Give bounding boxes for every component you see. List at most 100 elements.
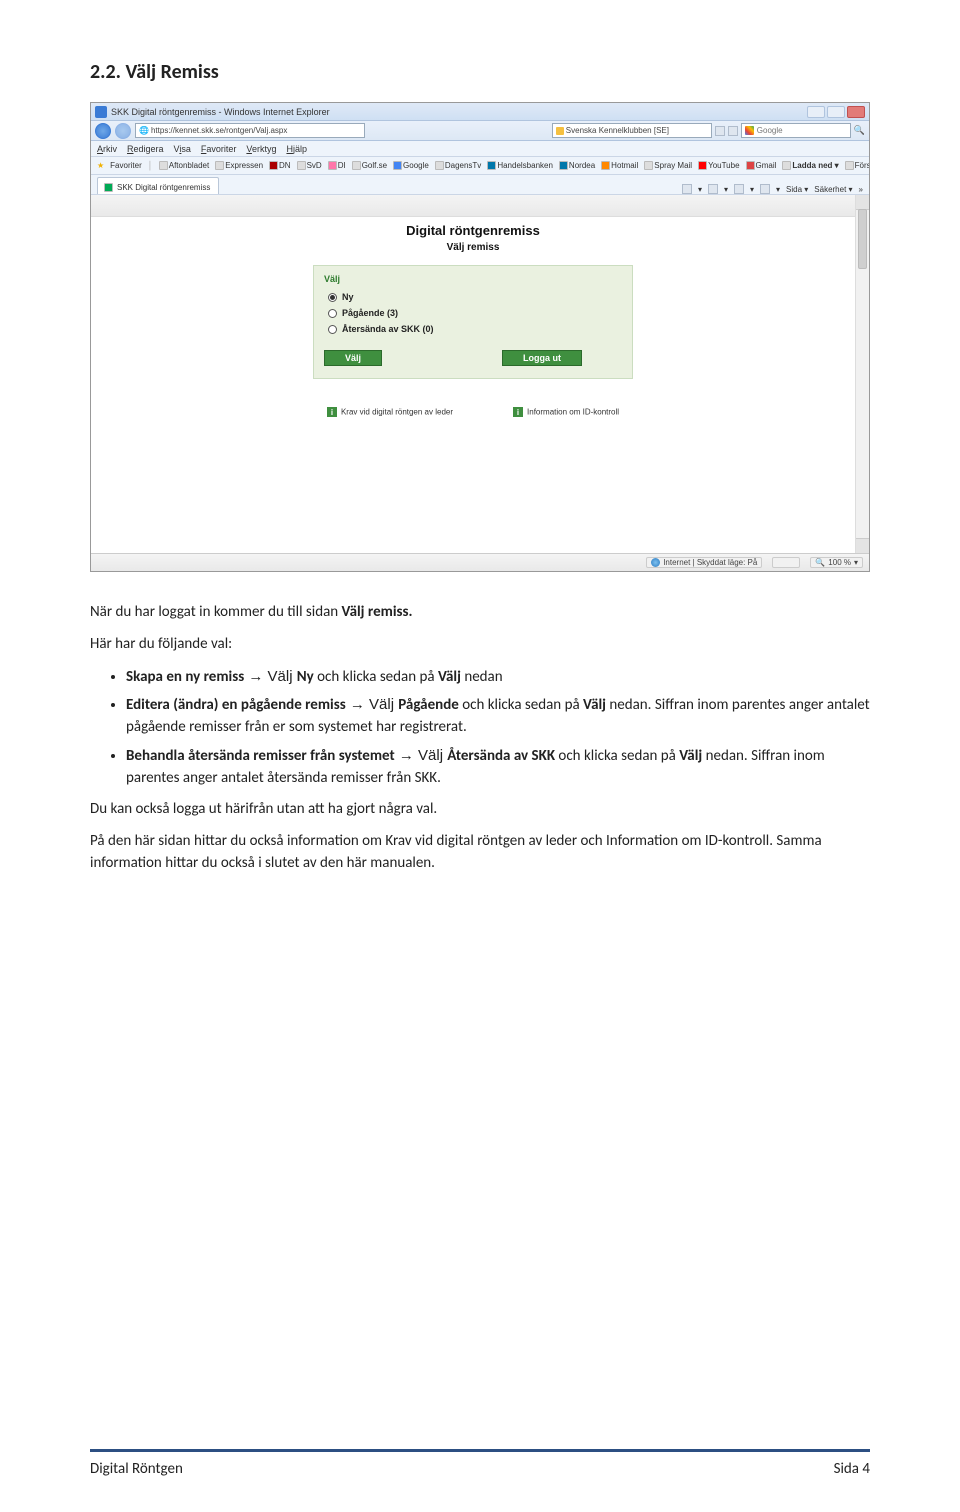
back-button[interactable]: [95, 123, 111, 139]
list-item: Skapa en ny remiss → Välj Ny och klicka …: [126, 666, 870, 689]
search-placeholder: Google: [757, 126, 783, 135]
browser-tab[interactable]: SKK Digital röntgenremiss: [97, 177, 219, 194]
logout-button[interactable]: Logga ut: [502, 350, 582, 366]
page-subtitle: Välj remiss: [91, 242, 855, 253]
bookmark[interactable]: Expressen: [215, 161, 263, 170]
valj-button[interactable]: Välj: [324, 350, 382, 366]
bookmark[interactable]: Nordea: [559, 161, 595, 170]
valj-panel: Välj Ny Pågående (3) Återsända av SKK (0…: [313, 265, 633, 379]
info-icon: i: [513, 407, 523, 417]
zoom-icon: 🔍: [815, 558, 825, 567]
page-viewport: Digital röntgenremiss Välj remiss Välj N…: [91, 195, 855, 553]
bookmark[interactable]: SvD: [297, 161, 322, 170]
radio-icon: [328, 325, 337, 334]
intro-line2: Här har du följande val:: [90, 634, 870, 656]
section-heading: 2.2. Välj Remiss: [90, 60, 870, 84]
menu-favoriter[interactable]: Favoriter: [201, 144, 237, 154]
maximize-button[interactable]: [827, 106, 845, 118]
menu-verktyg[interactable]: Verktyg: [246, 144, 276, 154]
ssl-label: Svenska Kennelklubben [SE]: [566, 126, 669, 135]
bookmark[interactable]: Spray Mail: [644, 161, 692, 170]
home-icon[interactable]: [682, 184, 692, 194]
bookmark[interactable]: DI: [328, 161, 346, 170]
bookmark[interactable]: Förskolan Leko: [845, 161, 869, 170]
toolbar-sida[interactable]: Sida ▾: [786, 185, 808, 194]
ssl-provider[interactable]: Svenska Kennelklubben [SE]: [552, 123, 712, 138]
url-text: https://kennet.skk.se/rontgen/Valj.aspx: [151, 126, 287, 135]
link-krav[interactable]: iKrav vid digital röntgen av leder: [327, 407, 453, 417]
minimize-button[interactable]: [807, 106, 825, 118]
status-mode[interactable]: [772, 557, 800, 568]
print-icon[interactable]: [760, 184, 770, 194]
list-item: Behandla återsända remisser från systeme…: [126, 745, 870, 790]
bookmark[interactable]: Ladda ned ▾: [782, 161, 838, 170]
menu-hjalp[interactable]: Hjälp: [286, 144, 307, 154]
info-icon: i: [327, 407, 337, 417]
bookmark[interactable]: Golf.se: [352, 161, 387, 170]
status-zone[interactable]: Internet | Skyddat läge: På: [646, 557, 762, 568]
favorites-star-icon[interactable]: ★: [97, 161, 104, 170]
zoom-value: 100 %: [828, 558, 851, 567]
radio-ny[interactable]: Ny: [328, 292, 622, 302]
intro-paragraph: När du har loggat in kommer du till sida…: [90, 602, 870, 624]
radio-icon: [328, 293, 337, 302]
bookmark[interactable]: Handelsbanken: [487, 161, 553, 170]
window-title: SKK Digital röntgenremiss - Windows Inte…: [111, 107, 330, 117]
ie-icon: [95, 106, 107, 118]
page-title: Digital röntgenremiss: [91, 223, 855, 238]
bookmark[interactable]: Hotmail: [601, 161, 638, 170]
options-list: Skapa en ny remiss → Välj Ny och klicka …: [90, 666, 870, 790]
menu-redigera[interactable]: Redigera: [127, 144, 164, 154]
rss-icon[interactable]: [708, 184, 718, 194]
tab-title: SKK Digital röntgenremiss: [117, 183, 210, 192]
footer: Digital Röntgen Sida 4: [90, 1460, 870, 1478]
tab-favicon: [104, 183, 113, 192]
bookmark[interactable]: YouTube: [698, 161, 739, 170]
bookmark[interactable]: Google: [393, 161, 429, 170]
menu-arkiv[interactable]: Arkiv: [97, 144, 117, 154]
globe-icon: [651, 558, 660, 567]
favorites-bar: ★ Favoriter │ Aftonbladet Expressen DN S…: [91, 157, 869, 175]
footer-page: Sida 4: [834, 1460, 870, 1478]
footer-rule: [90, 1449, 870, 1452]
chevron-down-icon[interactable]: »: [859, 185, 863, 194]
refresh-icon[interactable]: [715, 126, 725, 136]
radio-pagaende[interactable]: Pågående (3): [328, 308, 622, 318]
toolbar-sakerhet[interactable]: Säkerhet ▾: [814, 185, 852, 194]
menu-visa[interactable]: Visa: [174, 144, 191, 154]
footer-title: Digital Röntgen: [90, 1460, 183, 1478]
window-titlebar: SKK Digital röntgenremiss - Windows Inte…: [91, 103, 869, 121]
status-text: Internet | Skyddat läge: På: [663, 558, 757, 567]
zoom-control[interactable]: 🔍 100 % ▾: [810, 557, 863, 568]
radio-atersanda[interactable]: Återsända av SKK (0): [328, 324, 622, 334]
info-paragraph: På den här sidan hittar du också informa…: [90, 831, 870, 875]
bookmark[interactable]: DagensTv: [435, 161, 481, 170]
menu-bar: Arkiv Redigera Visa Favoriter Verktyg Hj…: [91, 141, 869, 157]
bookmark[interactable]: Aftonbladet: [159, 161, 209, 170]
stop-icon[interactable]: [728, 126, 738, 136]
url-field[interactable]: 🌐 https://kennet.skk.se/rontgen/Valj.asp…: [135, 123, 365, 138]
tab-bar: SKK Digital röntgenremiss ▾ ▾ ▾ ▾ Sida ▾…: [91, 175, 869, 195]
radio-label: Ny: [342, 292, 354, 302]
google-icon: [745, 126, 754, 135]
search-go-icon[interactable]: 🔍: [854, 125, 865, 136]
logout-paragraph: Du kan också logga ut härifrån utan att …: [90, 799, 870, 821]
browser-screenshot: SKK Digital röntgenremiss - Windows Inte…: [90, 102, 870, 572]
radio-label: Pågående (3): [342, 308, 398, 318]
close-button[interactable]: [847, 106, 865, 118]
radio-icon: [328, 309, 337, 318]
info-links: iKrav vid digital röntgen av leder iInfo…: [91, 407, 855, 417]
search-field[interactable]: Google: [741, 123, 851, 138]
favorites-label[interactable]: Favoriter: [110, 161, 142, 170]
bookmark[interactable]: DN: [269, 161, 291, 170]
bookmark[interactable]: Gmail: [746, 161, 777, 170]
address-bar: 🌐 https://kennet.skk.se/rontgen/Valj.asp…: [91, 121, 869, 141]
lock-icon: [556, 127, 564, 135]
vertical-scrollbar[interactable]: [855, 195, 869, 553]
mail-icon[interactable]: [734, 184, 744, 194]
radio-label: Återsända av SKK (0): [342, 324, 434, 334]
status-bar: Internet | Skyddat läge: På 🔍 100 % ▾: [91, 553, 869, 571]
forward-button[interactable]: [115, 123, 131, 139]
link-idkontroll[interactable]: iInformation om ID-kontroll: [513, 407, 619, 417]
body-text: När du har loggat in kommer du till sida…: [90, 602, 870, 875]
